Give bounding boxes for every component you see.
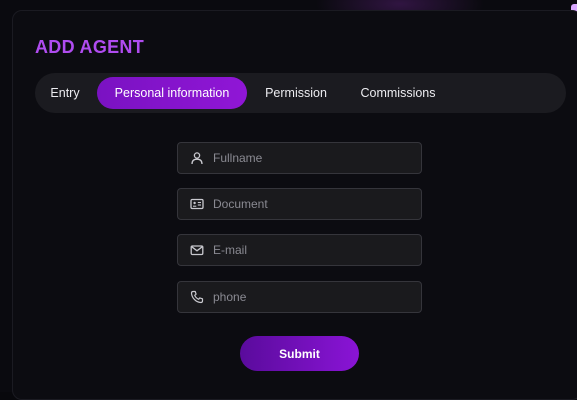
dialog-title: ADD AGENT — [35, 37, 145, 57]
tab-personal-information[interactable]: Personal information — [97, 77, 247, 109]
user-icon — [190, 151, 204, 165]
phone-field — [177, 281, 422, 313]
phone-input[interactable] — [213, 282, 413, 312]
document-input[interactable] — [213, 189, 413, 219]
email-field — [177, 234, 422, 266]
submit-button[interactable]: Submit — [240, 336, 359, 371]
tab-commissions[interactable]: Commissions — [353, 77, 443, 109]
tab-entry[interactable]: Entry — [41, 77, 89, 109]
add-agent-dialog: ADD AGENT Entry Personal information Per… — [12, 10, 577, 400]
document-field — [177, 188, 422, 220]
fullname-field — [177, 142, 422, 174]
tab-bar: Entry Personal information Permission Co… — [35, 73, 566, 113]
tab-permission[interactable]: Permission — [259, 77, 333, 109]
mail-icon — [190, 243, 204, 257]
phone-icon — [190, 290, 204, 304]
id-card-icon — [190, 197, 204, 211]
fullname-input[interactable] — [213, 143, 413, 173]
email-input[interactable] — [213, 235, 413, 265]
